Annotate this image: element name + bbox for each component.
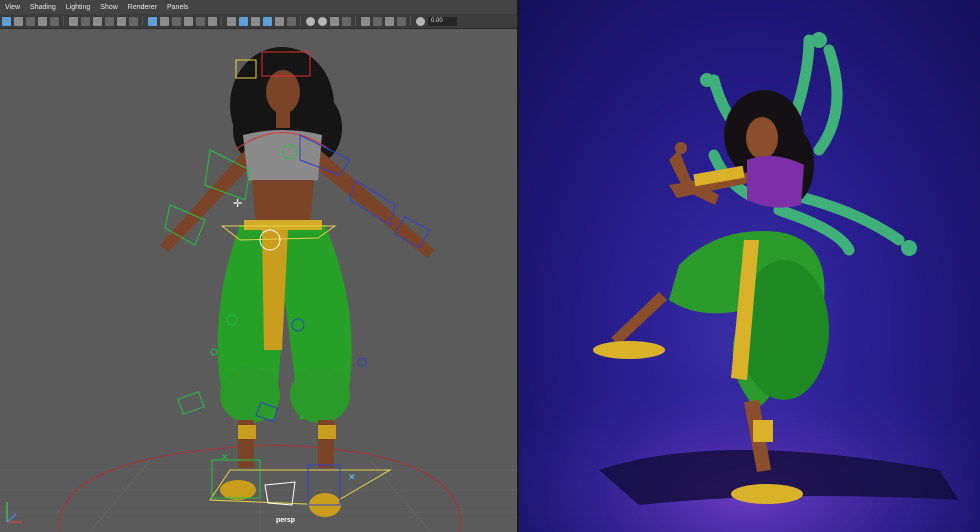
lighting-icon[interactable]: [286, 16, 296, 26]
torso: [252, 180, 314, 225]
select-tool-icon[interactable]: [1, 16, 11, 26]
exposure-icon[interactable]: [415, 16, 425, 26]
render-top: [747, 156, 804, 208]
toolbar-separator: [63, 16, 64, 26]
left-shoe: [220, 480, 256, 500]
viewport-scene: ✛ ✕ ✕: [0, 47, 517, 532]
render-shoe-left: [593, 341, 665, 359]
neck: [276, 110, 290, 128]
ambient-occlusion-icon[interactable]: [317, 16, 327, 26]
axis-gizmo-icon: [6, 502, 22, 523]
svg-text:✕: ✕: [221, 453, 229, 463]
default-material-icon[interactable]: [250, 16, 260, 26]
wireframe-icon[interactable]: [226, 16, 236, 26]
overscan-icon[interactable]: [207, 16, 217, 26]
shadow-icon[interactable]: [305, 16, 315, 26]
menu-lighting[interactable]: Lighting: [61, 4, 96, 11]
bookmark-icon[interactable]: [49, 16, 59, 26]
render-shoe-right: [731, 484, 803, 504]
pivot-control: [264, 481, 296, 506]
toolbar-separator: [142, 16, 143, 26]
lasso-icon[interactable]: [13, 16, 23, 26]
maya-viewport[interactable]: View Shading Lighting Show Renderer Pane…: [0, 0, 517, 532]
camera-icon[interactable]: [37, 16, 47, 26]
svg-text:✛: ✛: [233, 197, 242, 210]
film-gate-icon[interactable]: [68, 16, 78, 26]
camera-label: persp: [276, 517, 296, 524]
exposure-field[interactable]: 0.00: [428, 16, 457, 26]
toolbar-separator: [221, 16, 222, 26]
pencil-icon[interactable]: [128, 16, 138, 26]
render-scene: [519, 32, 980, 532]
resolution-gate-icon[interactable]: [195, 16, 205, 26]
xray-joints-icon[interactable]: [384, 16, 394, 26]
pan-zoom-icon[interactable]: [116, 16, 126, 26]
ground-grid: [0, 459, 517, 532]
depth-of-field-icon[interactable]: [341, 16, 351, 26]
render-face: [746, 117, 778, 159]
belt: [244, 220, 322, 230]
safe-area-icon[interactable]: [92, 16, 102, 26]
xray-icon[interactable]: [372, 16, 382, 26]
menu-show[interactable]: Show: [95, 4, 123, 11]
gate-mask-icon[interactable]: [183, 16, 193, 26]
camera-attributes-icon[interactable]: [159, 16, 169, 26]
toolbar-separator: [410, 16, 411, 26]
app-root: View Shading Lighting Show Renderer Pane…: [0, 0, 980, 532]
image-plane-icon[interactable]: [171, 16, 181, 26]
sash: [262, 230, 288, 350]
isolate-icon[interactable]: [360, 16, 370, 26]
right-arm: [315, 150, 435, 258]
grid-icon[interactable]: [147, 16, 157, 26]
face: [266, 70, 300, 114]
viewport-menubar: View Shading Lighting Show Renderer Pane…: [0, 0, 517, 14]
smooth-shade-icon[interactable]: [238, 16, 248, 26]
texture-icon[interactable]: [274, 16, 284, 26]
paint-icon[interactable]: [25, 16, 35, 26]
final-render-image: [519, 0, 980, 532]
field-chart-icon[interactable]: [104, 16, 114, 26]
xray-active-icon[interactable]: [396, 16, 406, 26]
antialiasing-icon[interactable]: [329, 16, 339, 26]
menu-panels[interactable]: Panels: [162, 4, 193, 11]
menu-view[interactable]: View: [0, 4, 25, 11]
toolbar-separator: [355, 16, 356, 26]
menu-shading[interactable]: Shading: [25, 4, 61, 11]
svg-text:✕: ✕: [348, 473, 356, 483]
frame-icon[interactable]: [80, 16, 90, 26]
wireframe-on-shaded-icon[interactable]: [262, 16, 272, 26]
toolbar-separator: [300, 16, 301, 26]
menu-renderer[interactable]: Renderer: [123, 4, 162, 11]
viewport-toolbar: 0.00: [0, 14, 517, 29]
